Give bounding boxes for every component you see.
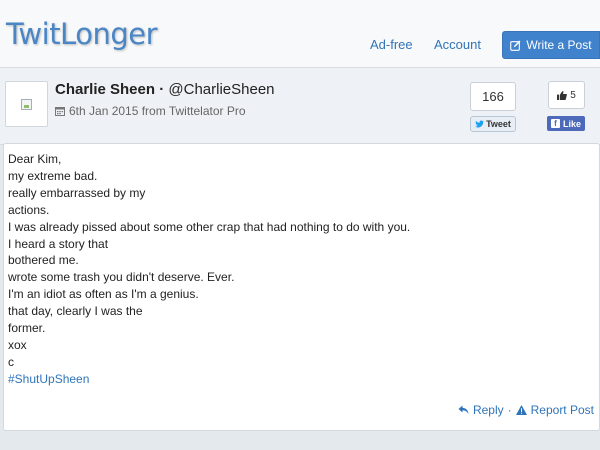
author-avatar[interactable] (5, 81, 48, 127)
tweet-button[interactable]: Tweet (470, 116, 516, 132)
report-post-label: Report Post (530, 403, 594, 417)
warning-icon (515, 405, 527, 415)
reply-icon (458, 405, 469, 414)
author-name[interactable]: Charlie Sheen (55, 81, 155, 98)
post-line: my extreme bad. (8, 168, 98, 183)
nav-link-account[interactable]: Account (434, 37, 481, 52)
write-post-label: Write a Post (526, 38, 592, 52)
post-line: I heard a story that (8, 236, 109, 251)
twitter-bird-icon (475, 120, 485, 128)
post-line: Dear Kim, (8, 152, 62, 166)
edit-icon (510, 40, 521, 51)
post-line: that day, clearly I was the (8, 304, 143, 319)
nav-link-ad-free[interactable]: Ad-free (370, 37, 413, 52)
like-count-value: 5 (570, 89, 576, 101)
post-date: 6th Jan 2015 from Twittelator Pro (69, 104, 246, 118)
post-line: I was already pissed about some other cr… (8, 219, 411, 234)
twitlonger-logo[interactable]: TwitLonger (6, 17, 158, 51)
facebook-icon: f (550, 119, 560, 128)
post-actions: Reply · Report Post (458, 403, 594, 417)
tweet-count: 166 (470, 82, 516, 111)
actions-separator: · (507, 403, 512, 417)
post-dateline: 6th Jan 2015 from Twittelator Pro (55, 104, 246, 118)
post-line: actions. (8, 202, 50, 217)
tweet-label: Tweet (486, 119, 511, 129)
calendar-icon (55, 107, 65, 116)
post-line: I'm an idiot as often as I'm a genius. (8, 287, 199, 302)
post-line: former. (8, 321, 46, 336)
report-post-link[interactable]: Report Post (515, 403, 594, 417)
facebook-like-button[interactable]: f Like (547, 116, 585, 131)
thumbs-up-icon (557, 90, 568, 100)
write-post-button[interactable]: Write a Post (502, 31, 600, 59)
reply-link[interactable]: Reply (458, 403, 504, 417)
post-line: bothered me. (8, 253, 79, 268)
post-line: c (8, 354, 14, 369)
author-handle[interactable]: @CharlieSheen (168, 81, 274, 98)
author-separator: · (159, 81, 165, 98)
hashtag-link[interactable]: #ShutUpSheen (8, 371, 410, 388)
post-body: Dear Kim, my extreme bad. really embarra… (8, 151, 410, 388)
like-label: Like (562, 118, 581, 129)
post-line: xox (8, 337, 27, 352)
post-line: really embarrassed by my (8, 185, 146, 200)
like-count: 5 (548, 81, 585, 109)
author-line: Charlie Sheen · @CharlieSheen (55, 81, 275, 98)
reply-label: Reply (472, 403, 504, 417)
broken-image-icon (21, 99, 32, 110)
post-line: wrote some trash you didn't deserve. Eve… (8, 270, 235, 285)
